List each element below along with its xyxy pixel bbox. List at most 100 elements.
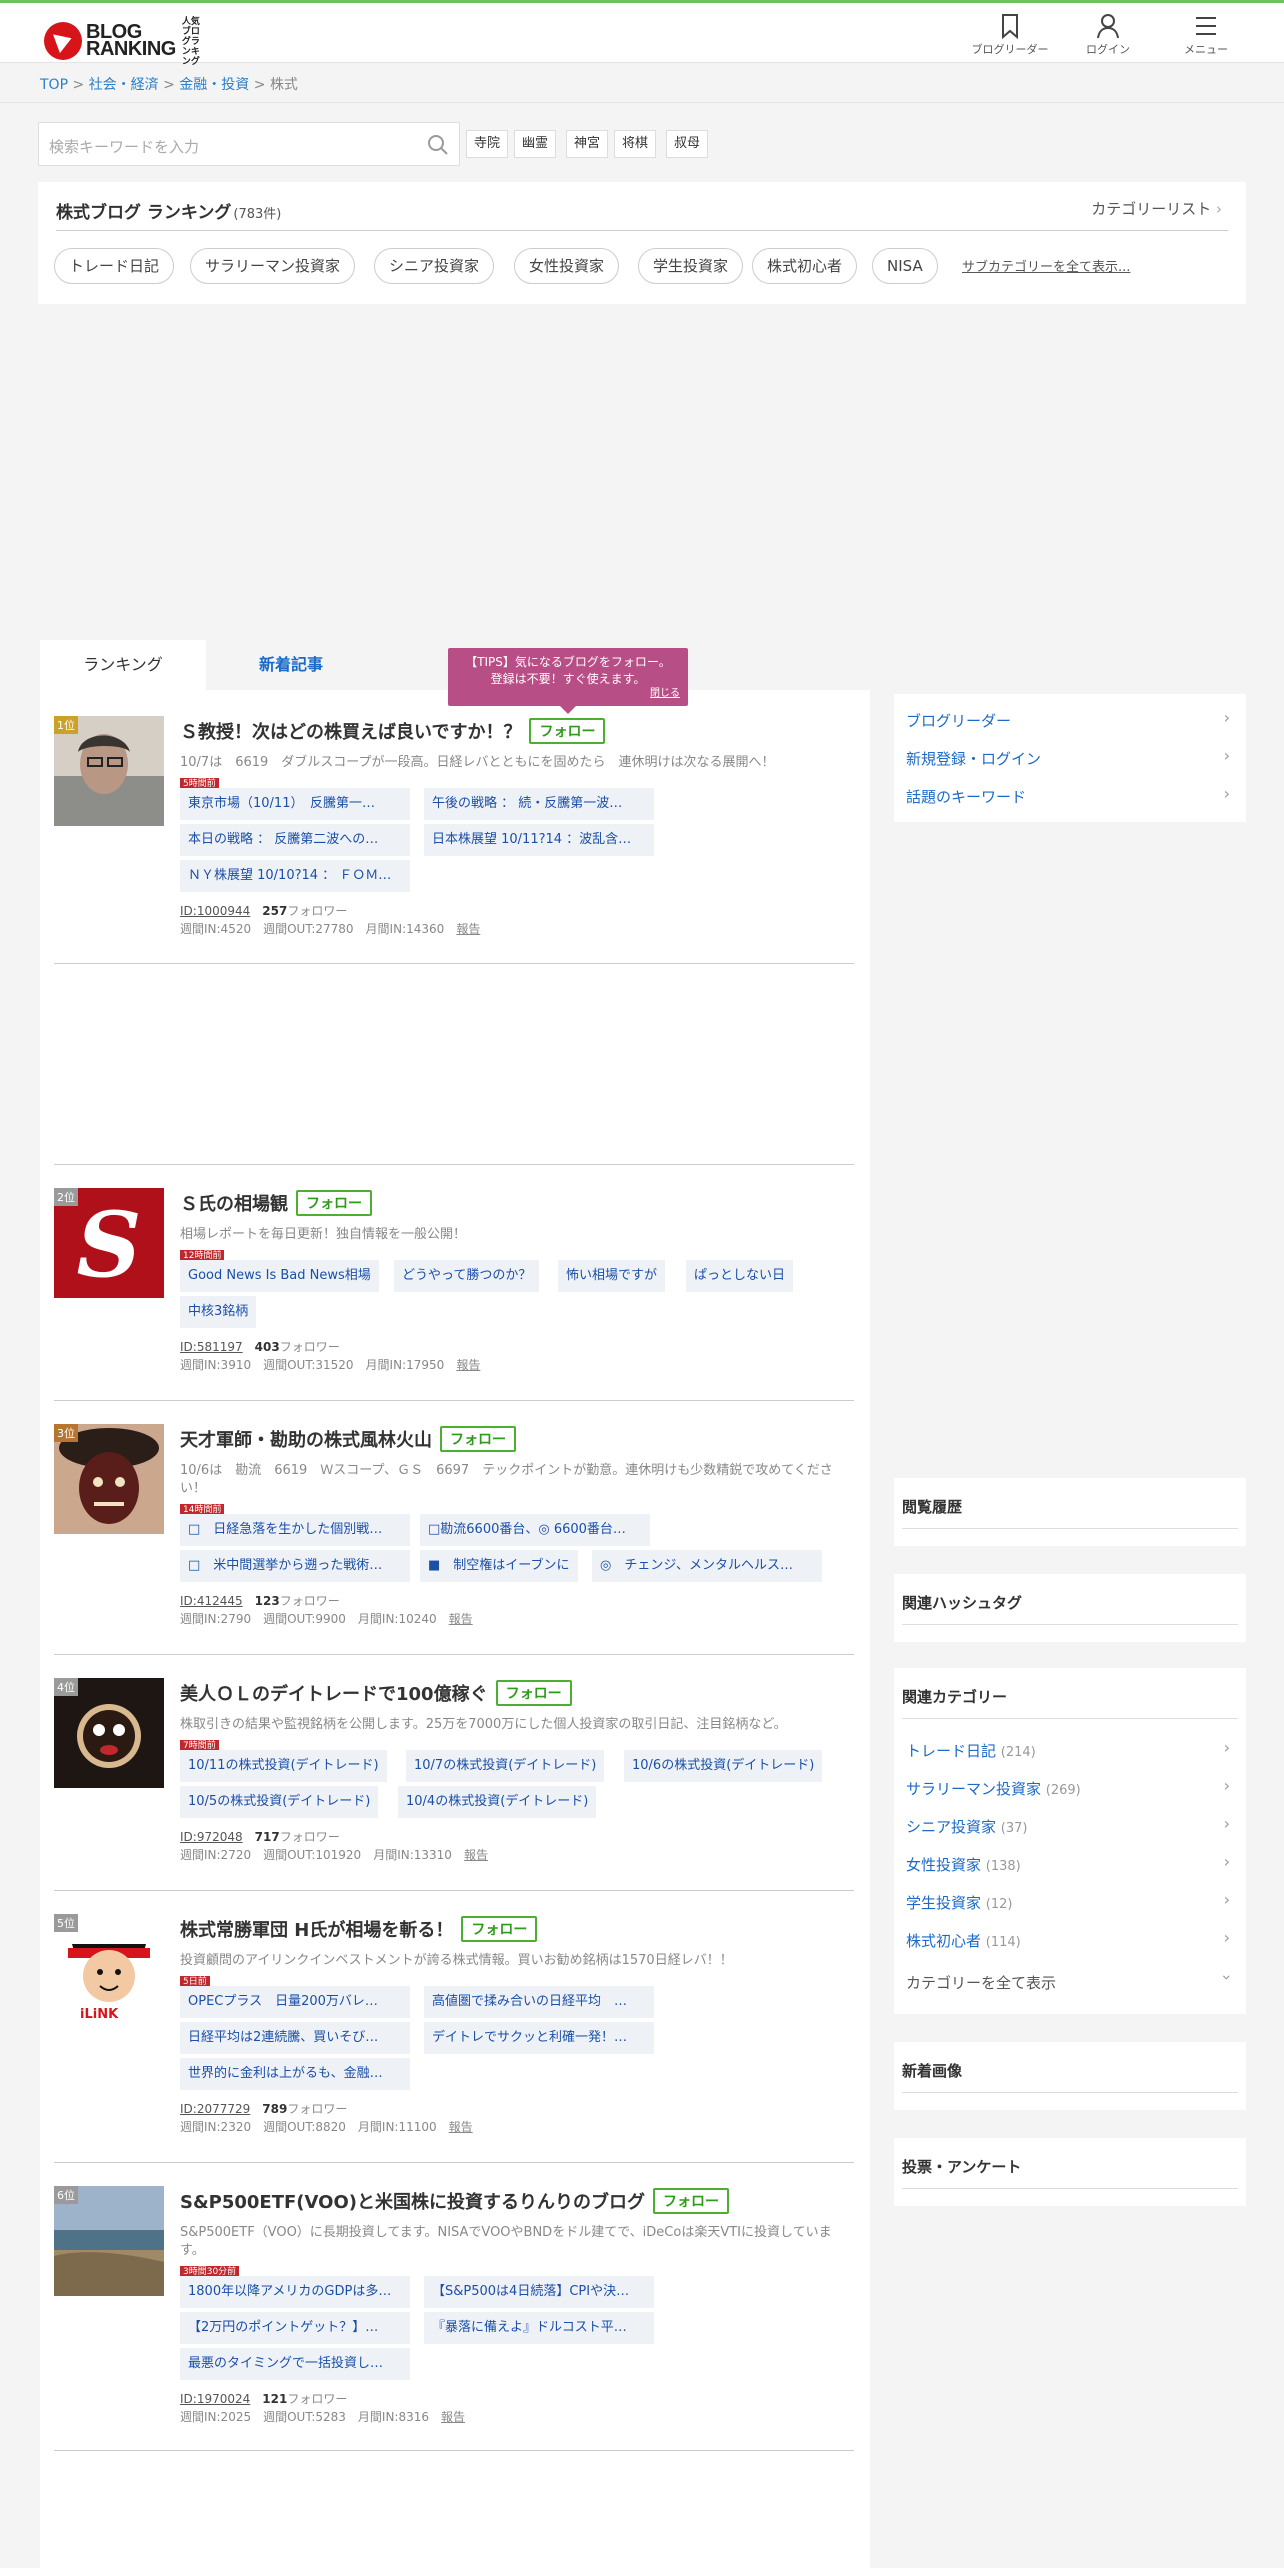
- blog-thumbnail[interactable]: 5位 iLiNK: [54, 1914, 164, 2024]
- article-link[interactable]: ＮＹ株展望 10/10?14 ： ＦＯＭ…: [180, 860, 410, 892]
- article-link[interactable]: 【S&P500は4日続落】CPIや決…: [424, 2276, 654, 2308]
- article-link[interactable]: 中核3銘柄: [180, 1296, 257, 1328]
- article-link[interactable]: 10/4の株式投資(デイトレード): [398, 1786, 597, 1818]
- follow-button[interactable]: フォロー: [461, 1916, 538, 1942]
- blog-id[interactable]: ID:2077729: [180, 2102, 250, 2116]
- blog-thumbnail[interactable]: 2位 S: [54, 1188, 164, 1298]
- report-link[interactable]: 報告: [449, 2120, 473, 2134]
- show-all-categories-button[interactable]: カテゴリーを全て表示: [906, 1972, 1056, 1993]
- article-link[interactable]: 日本株展望 10/11?14 ：波乱含…: [424, 824, 654, 856]
- tab-ranking[interactable]: ランキング: [40, 640, 206, 690]
- article-link[interactable]: OPECプラス 日量200万バレ…: [180, 1986, 410, 2018]
- article-link[interactable]: デイトレでサクッと利確一発！…: [424, 2022, 654, 2054]
- article-link[interactable]: □ 米中間選挙から遡った戦術…: [180, 1550, 410, 1582]
- follow-button[interactable]: フォロー: [495, 1680, 572, 1706]
- blog-id[interactable]: ID:972048: [180, 1830, 243, 1844]
- blog-title-text: Ｓ氏の相場観: [180, 1194, 288, 1215]
- subcategory-chip[interactable]: 女性投資家: [514, 248, 620, 284]
- article-link[interactable]: ◎ チェンジ、メンタルヘルス…: [592, 1550, 822, 1582]
- blog-title[interactable]: Ｓ教授！次はどの株買えば良いですか！？ フォロー: [180, 718, 606, 744]
- tips-close-button[interactable]: 閉じる: [650, 685, 680, 702]
- article-link[interactable]: 10/7の株式投資(デイトレード): [406, 1750, 605, 1782]
- article-link[interactable]: 10/11の株式投資(デイトレード): [180, 1750, 387, 1782]
- blog-thumbnail[interactable]: 6位: [54, 2186, 164, 2296]
- subcategory-chip[interactable]: トレード日記: [54, 248, 175, 284]
- related-category-item[interactable]: 女性投資家 (138): [906, 1854, 1021, 1875]
- article-link[interactable]: どうやって勝つのか？: [394, 1260, 540, 1292]
- blog-id[interactable]: ID:581197: [180, 1340, 243, 1354]
- new-images-box: 新着画像: [894, 2042, 1246, 2110]
- blog-title[interactable]: 株式常勝軍団 H氏が相場を斬る！ フォロー: [180, 1916, 538, 1942]
- report-link[interactable]: 報告: [464, 1848, 488, 1862]
- blog-thumbnail[interactable]: 4位: [54, 1678, 164, 1788]
- related-category-item[interactable]: 学生投資家 (12): [906, 1892, 1012, 1913]
- subcategory-chip[interactable]: サラリーマン投資家: [190, 248, 356, 284]
- blog-thumbnail[interactable]: 3位: [54, 1424, 164, 1534]
- related-category-item[interactable]: 株式初心者 (114): [906, 1930, 1021, 1951]
- article-link[interactable]: 10/5の株式投資(デイトレード): [180, 1786, 379, 1818]
- related-category-item[interactable]: シニア投資家 (37): [906, 1816, 1027, 1837]
- article-link[interactable]: 【2万円のポイントゲット？】…: [180, 2312, 410, 2344]
- article-link[interactable]: 日経平均は2連続騰、買いそび…: [180, 2022, 410, 2054]
- related-category-item[interactable]: サラリーマン投資家 (269): [906, 1778, 1081, 1799]
- breadcrumb: TOP > 社会・経済 > 金融・投資 > 株式: [40, 74, 298, 94]
- breadcrumb-society[interactable]: 社会・経済: [89, 77, 159, 93]
- article-link[interactable]: 最悪のタイミングで一括投資し…: [180, 2348, 410, 2380]
- sidebar-item-blog-reader[interactable]: ブログリーダー: [906, 710, 1011, 731]
- follow-button[interactable]: フォロー: [296, 1190, 372, 1216]
- keyword-chip[interactable]: 叔母: [666, 130, 709, 158]
- subcategory-chip[interactable]: 学生投資家: [638, 248, 744, 284]
- article-link[interactable]: 午後の戦略 ： 続・反騰第一波…: [424, 788, 654, 820]
- nav-menu[interactable]: メニュー: [1168, 13, 1244, 57]
- keyword-chip[interactable]: 寺院: [466, 130, 509, 158]
- subcategory-chip[interactable]: シニア投資家: [374, 248, 495, 284]
- article-link[interactable]: 『暴落に備えよ』ドルコスト平…: [424, 2312, 654, 2344]
- report-link[interactable]: 報告: [456, 922, 480, 936]
- article-link[interactable]: 1800年以降アメリカのGDPは多…: [180, 2276, 410, 2308]
- article-link[interactable]: 10/6の株式投資(デイトレード): [624, 1750, 823, 1782]
- nav-login[interactable]: ログイン: [1070, 13, 1146, 57]
- blog-title[interactable]: 美人ＯＬのデイトレードで100億稼ぐ フォロー: [180, 1680, 572, 1706]
- site-logo[interactable]: BLOG RANKING 人気ブログランキング: [44, 15, 202, 67]
- sidebar-item-trending-keywords[interactable]: 話題のキーワード: [906, 786, 1026, 807]
- keyword-chip[interactable]: 幽霊: [514, 130, 557, 158]
- article-link[interactable]: Good News Is Bad News相場: [180, 1260, 379, 1292]
- blog-title[interactable]: 天才軍師・勘助の株式風林火山 フォロー: [180, 1426, 516, 1452]
- breadcrumb-finance[interactable]: 金融・投資: [179, 77, 249, 93]
- blog-title[interactable]: S&P500ETF(VOO)と米国株に投資するりんりのブログ フォロー: [180, 2188, 729, 2214]
- show-all-subcategories-link[interactable]: サブカテゴリーを全て表示...: [962, 256, 1130, 275]
- follow-button[interactable]: フォロー: [529, 718, 606, 744]
- divider: [54, 2162, 854, 2163]
- report-link[interactable]: 報告: [441, 2410, 465, 2424]
- breadcrumb-top[interactable]: TOP: [40, 77, 68, 93]
- search-icon[interactable]: [427, 134, 449, 156]
- sidebar-item-register-login[interactable]: 新規登録・ログイン: [906, 748, 1041, 769]
- keyword-chip[interactable]: 神宮: [566, 130, 609, 158]
- report-link[interactable]: 報告: [449, 1612, 473, 1626]
- report-link[interactable]: 報告: [456, 1358, 480, 1372]
- follow-button[interactable]: フォロー: [652, 2188, 729, 2214]
- search-input[interactable]: 検索キーワードを入力: [38, 122, 460, 166]
- article-link[interactable]: ■ 制空権はイーブンに: [420, 1550, 578, 1582]
- article-link[interactable]: 怖い相場ですが: [558, 1260, 666, 1292]
- article-link[interactable]: □ 日経急落を生かした個別戦…: [180, 1514, 410, 1546]
- nav-blog-reader[interactable]: ブログリーダー: [972, 13, 1049, 57]
- article-link[interactable]: 高値圏で揉み合いの日経平均 …: [424, 1986, 654, 2018]
- blog-title[interactable]: Ｓ氏の相場観 フォロー: [180, 1190, 372, 1216]
- blog-id[interactable]: ID:412445: [180, 1594, 243, 1608]
- blog-thumbnail[interactable]: 1位: [54, 716, 164, 826]
- article-link[interactable]: 東京市場（10/11） 反騰第一…: [180, 788, 410, 820]
- article-link[interactable]: ぱっとしない日: [686, 1260, 794, 1292]
- related-category-item[interactable]: トレード日記 (214): [906, 1740, 1036, 1761]
- blog-id[interactable]: ID:1970024: [180, 2392, 250, 2406]
- blog-id[interactable]: ID:1000944: [180, 904, 250, 918]
- article-link[interactable]: 世界的に金利は上がるも、金融…: [180, 2058, 410, 2090]
- subcategory-chip[interactable]: 株式初心者: [752, 248, 858, 284]
- keyword-chip[interactable]: 将棋: [614, 130, 657, 158]
- subcategory-chip[interactable]: NISA: [872, 248, 938, 284]
- tab-new-articles[interactable]: 新着記事: [208, 640, 374, 690]
- category-list-link[interactable]: カテゴリーリスト ›: [1091, 198, 1222, 219]
- article-link[interactable]: 本日の戦略 ： 反騰第二波への…: [180, 824, 410, 856]
- article-link[interactable]: □勘流6600番台、◎ 6600番台…: [420, 1514, 650, 1546]
- follow-button[interactable]: フォロー: [440, 1426, 516, 1452]
